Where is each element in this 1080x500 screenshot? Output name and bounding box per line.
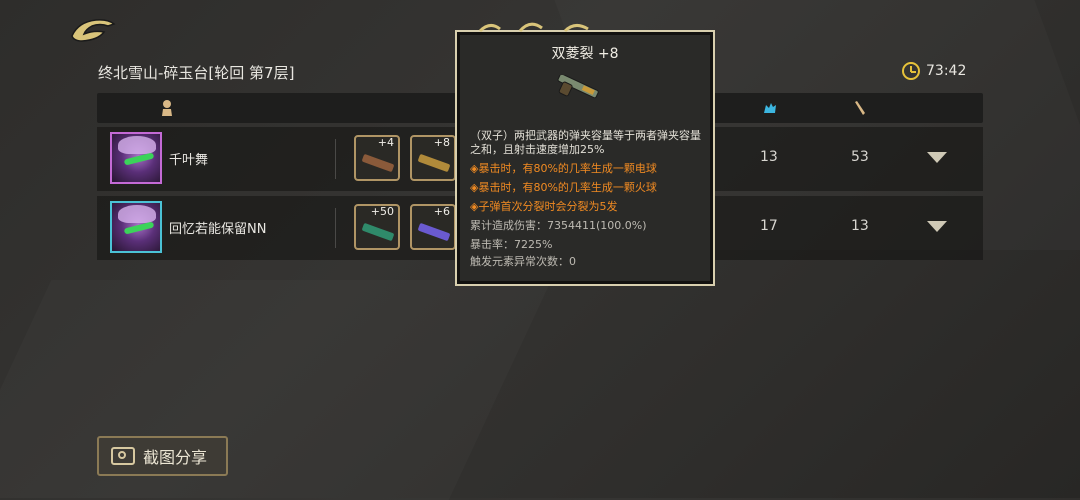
gun-icon: [417, 222, 451, 242]
share-screenshot-button[interactable]: 截图分享: [97, 436, 228, 476]
title-decoration-icon: [478, 22, 589, 33]
weapon-tooltip: 双菱裂 +8 （双子）两把武器的弹夹容量等于两者弹夹容量之和，且射击速度增加25…: [457, 22, 713, 284]
tooltip-stat-elemental: 触发元素异常次数：0: [470, 255, 576, 268]
player-name: 千叶舞: [169, 153, 209, 168]
weapon-slot[interactable]: +50: [354, 204, 400, 250]
avatar: [110, 132, 162, 184]
stat-damage: 53: [851, 149, 869, 165]
timer-value: 73:42: [926, 63, 967, 79]
tooltip-stat-crit: 暴击率：7225%: [470, 238, 553, 251]
player-icon: [162, 100, 172, 116]
tooltip-stat-damage: 累计造成伤害：7354411(100.0%): [470, 219, 647, 232]
share-button-label: 截图分享: [143, 448, 208, 467]
weapon-level: +6: [433, 205, 450, 218]
tooltip-effect: ◈暴击时，有80%的几率生成一颗电球: [470, 162, 657, 175]
avatar: [110, 201, 162, 253]
weapon-slot[interactable]: +8: [410, 135, 456, 181]
tooltip-description: （双子）两把武器的弹夹容量等于两者弹夹容量之和，且射击速度增加25%: [470, 129, 701, 156]
gun-icon: [417, 153, 451, 173]
weapon-slot[interactable]: +6: [410, 204, 456, 250]
back-icon[interactable]: [68, 12, 118, 44]
stat-kills: 17: [760, 218, 778, 234]
stage-title: 终北雪山-碎玉台[轮回 第7层]: [98, 64, 295, 82]
pistol-icon: [557, 75, 599, 99]
player-name: 回忆若能保留NN: [169, 222, 267, 237]
chevron-down-icon[interactable]: [927, 152, 947, 163]
bone-icon: [855, 101, 865, 115]
weapon-slot[interactable]: +4: [354, 135, 400, 181]
divider: [335, 139, 336, 179]
tooltip-effect: ◈暴击时，有80%的几率生成一颗火球: [470, 181, 657, 194]
timer: 73:42: [902, 62, 966, 80]
weapon-level: +8: [433, 136, 450, 149]
camera-icon: [111, 447, 135, 465]
chevron-down-icon[interactable]: [927, 221, 947, 232]
stat-damage: 13: [851, 218, 869, 234]
clock-icon: [902, 62, 920, 80]
blue-beast-icon: [764, 103, 776, 113]
divider: [335, 208, 336, 248]
weapon-level: +4: [377, 136, 394, 149]
gun-icon: [361, 222, 395, 242]
tooltip-effect: ◈子弹首次分裂时会分裂为5发: [470, 200, 618, 213]
gun-icon: [361, 153, 395, 173]
weapon-level: +50: [370, 205, 394, 218]
stat-kills: 13: [760, 149, 778, 165]
tooltip-title: 双菱裂 +8: [551, 46, 619, 62]
